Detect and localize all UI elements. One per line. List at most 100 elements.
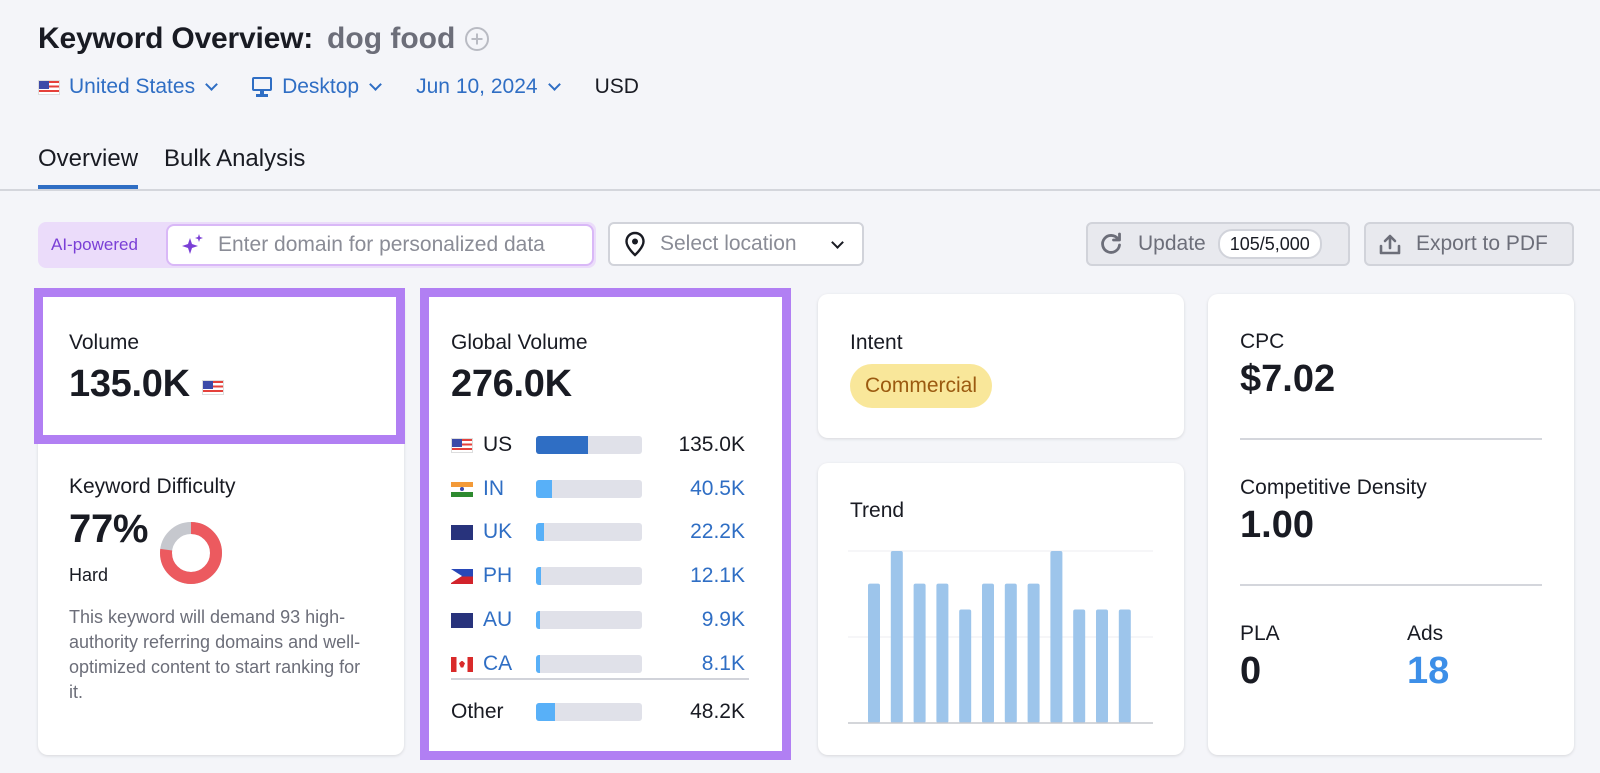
desktop-icon	[252, 77, 273, 97]
date-dropdown[interactable]: Jun 10, 2024	[416, 75, 561, 99]
us-flag-icon	[38, 79, 60, 95]
cpc-label: CPC	[1240, 330, 1285, 353]
country-value: 135.0K	[678, 433, 745, 456]
country-value[interactable]: 40.5K	[690, 477, 745, 501]
plus-circle-icon[interactable]	[465, 27, 490, 51]
competitive-density-label: Competitive Density	[1240, 476, 1427, 499]
in-flag-icon	[451, 481, 473, 497]
tabs-divider	[0, 189, 1600, 191]
domain-input-wrapper[interactable]	[166, 224, 594, 266]
country-row-in: IN 40.5K	[451, 476, 751, 502]
location-placeholder: Select location	[660, 232, 797, 255]
pla-value: 0	[1240, 650, 1262, 692]
cpc-value: $7.02	[1240, 358, 1336, 400]
volume-value: 135.0K	[69, 363, 190, 405]
trend-bar[interactable]	[1004, 583, 1017, 723]
domain-input[interactable]	[218, 233, 588, 257]
trend-bar[interactable]	[1073, 609, 1086, 723]
pla-label: PLA	[1240, 622, 1280, 645]
country-label: United States	[69, 75, 196, 98]
country-bar	[536, 655, 642, 673]
country-value[interactable]: 8.1K	[702, 652, 745, 676]
trend-bar[interactable]	[959, 609, 972, 723]
tab-overview[interactable]: Overview	[38, 140, 139, 190]
chevron-down-icon	[205, 78, 218, 91]
country-bar	[536, 480, 642, 498]
country-bar	[536, 567, 642, 585]
divider	[1240, 584, 1542, 586]
trend-bar[interactable]	[913, 583, 926, 723]
device-dropdown[interactable]: Desktop	[252, 75, 382, 99]
chevron-down-icon	[831, 236, 844, 249]
toolbar: AI-powered Select location Update 105/5,…	[38, 222, 1574, 268]
ai-powered-label: AI-powered	[51, 235, 138, 254]
us-flag-icon	[451, 437, 473, 453]
country-row-uk: UK 22.2K	[451, 519, 751, 545]
trend-bar[interactable]	[868, 583, 880, 723]
kd-label: Keyword Difficulty	[69, 475, 236, 498]
other-countries-row: Other 48.2K	[451, 699, 751, 725]
kd-value: 77%	[69, 507, 149, 551]
export-pdf-button[interactable]: Export to PDF	[1364, 222, 1574, 266]
tab-bar: Overview Bulk Analysis	[38, 140, 331, 190]
trend-bar[interactable]	[1096, 609, 1108, 723]
country-value[interactable]: 22.2K	[690, 520, 745, 544]
update-label: Update	[1138, 232, 1206, 255]
ai-domain-group: AI-powered	[38, 222, 596, 268]
country-code[interactable]: UK	[483, 520, 512, 544]
country-dropdown[interactable]: United States	[38, 75, 218, 99]
device-label: Desktop	[282, 75, 360, 98]
other-value: 48.2K	[690, 700, 745, 723]
ph-flag-icon	[451, 568, 473, 584]
country-bar-fill	[536, 567, 541, 585]
tab-bulk-analysis[interactable]: Bulk Analysis	[164, 140, 305, 190]
country-bar	[536, 436, 642, 454]
country-row-au: AU 9.9K	[451, 607, 751, 633]
volume-label: Volume	[69, 331, 140, 354]
global-volume-value: 276.0K	[451, 363, 572, 405]
country-code[interactable]: IN	[483, 477, 504, 501]
update-count-badge: 105/5,000	[1217, 229, 1322, 259]
country-row-us: US 135.0K	[451, 432, 751, 458]
trend-bar[interactable]	[1050, 551, 1063, 723]
trend-bar[interactable]	[982, 583, 994, 723]
trend-bar[interactable]	[890, 551, 903, 723]
chevron-down-icon	[369, 78, 382, 91]
global-volume-label: Global Volume	[451, 331, 588, 354]
intent-card: Intent Commercial	[818, 294, 1184, 438]
country-code[interactable]: CA	[483, 652, 512, 676]
refresh-icon	[1098, 231, 1124, 257]
country-code[interactable]: PH	[483, 564, 512, 588]
location-pin-icon	[622, 231, 648, 257]
location-select[interactable]: Select location	[608, 222, 864, 266]
country-bar-fill	[536, 611, 541, 629]
date-label: Jun 10, 2024	[416, 75, 538, 98]
country-bar-fill	[536, 655, 541, 673]
keyword-text: dog food	[327, 22, 456, 55]
country-code[interactable]: AU	[483, 608, 512, 632]
competitive-density-value: 1.00	[1240, 504, 1314, 546]
trend-bar[interactable]	[1027, 583, 1040, 723]
kd-level: Hard	[69, 565, 109, 585]
country-value[interactable]: 9.9K	[702, 608, 745, 632]
country-row-ph: PH 12.1K	[451, 563, 751, 589]
country-value[interactable]: 12.1K	[690, 564, 745, 588]
update-button[interactable]: Update 105/5,000	[1086, 222, 1350, 266]
trend-chart	[848, 550, 1153, 724]
au-flag-icon	[451, 612, 473, 628]
country-row-ca: CA 8.1K	[451, 651, 751, 677]
cpc-card: CPC $7.02 Competitive Density 1.00 PLA 0…	[1208, 294, 1574, 755]
ca-flag-icon	[451, 656, 473, 672]
ads-label: Ads	[1407, 622, 1444, 645]
trend-bar[interactable]	[1118, 609, 1131, 723]
kd-description: This keyword will demand 93 high-authori…	[69, 607, 361, 702]
sparkle-icon	[180, 232, 206, 258]
volume-highlight-box: Volume 135.0K	[34, 288, 405, 444]
us-flag-icon	[201, 380, 224, 395]
page-title: Keyword Overview:	[38, 22, 314, 55]
country-bar-fill	[536, 523, 545, 541]
country-bar-fill	[536, 480, 552, 498]
ads-value[interactable]: 18	[1407, 650, 1449, 693]
upload-icon	[1378, 232, 1402, 256]
trend-bar[interactable]	[936, 583, 949, 723]
